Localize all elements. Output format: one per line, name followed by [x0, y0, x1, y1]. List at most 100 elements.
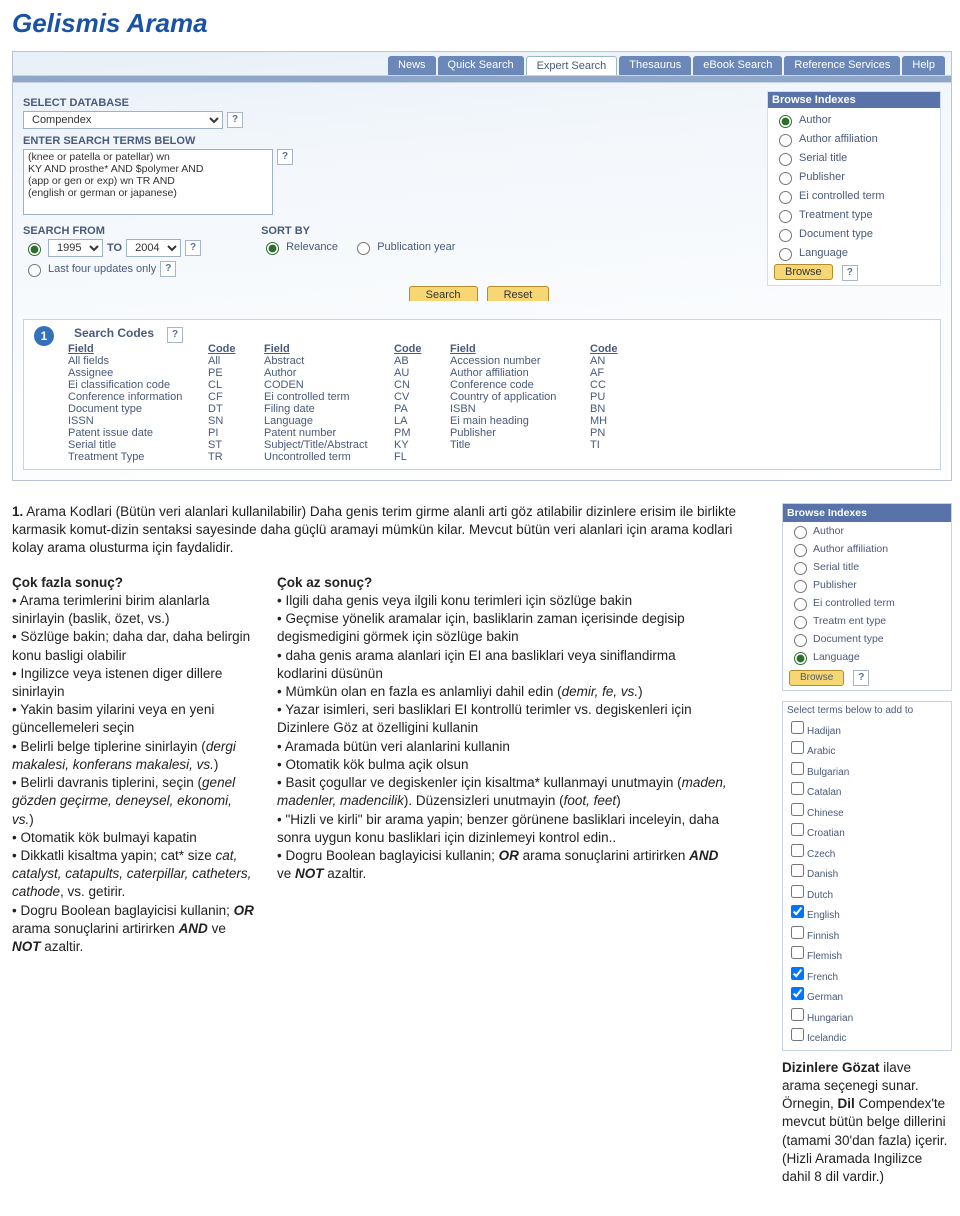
nav-tab[interactable]: Thesaurus — [619, 56, 691, 75]
code-value: PU — [590, 391, 620, 403]
mini-browse-radio[interactable] — [794, 562, 807, 575]
nav-tab[interactable]: Expert Search — [526, 56, 618, 75]
search-terms-textarea[interactable]: (knee or patella or patellar) wn KY AND … — [23, 149, 273, 215]
mini-browse-label: Serial title — [813, 560, 859, 574]
sort-by-label: SORT BY — [261, 225, 455, 237]
nav-tab[interactable]: Help — [902, 56, 945, 75]
nav-tab[interactable]: News — [388, 56, 436, 75]
bullet-item: • Geçmise yönelik aramalar için, baslikl… — [277, 610, 727, 646]
code-field: ISBN — [450, 403, 590, 415]
code-value: BN — [590, 403, 620, 415]
browse-index-radio[interactable] — [779, 172, 792, 185]
language-checkbox[interactable] — [791, 741, 804, 754]
language-label: Catalan — [807, 787, 841, 798]
year-to-select[interactable]: 2004 — [126, 239, 181, 257]
bullet-item: • Otomatik kök bulmayi kapatin — [12, 829, 257, 847]
search-codes-title: Search Codes — [74, 326, 154, 340]
language-checkbox[interactable] — [791, 946, 804, 959]
code-code-header: Code — [590, 343, 620, 355]
browse-index-radio[interactable] — [779, 115, 792, 128]
language-checkbox[interactable] — [791, 987, 804, 1000]
nav-tab[interactable]: eBook Search — [693, 56, 782, 75]
mini-browse-radio[interactable] — [794, 598, 807, 611]
mini-browse-button[interactable]: Browse — [789, 670, 844, 686]
language-checkbox[interactable] — [791, 885, 804, 898]
mini-browse-radio[interactable] — [794, 580, 807, 593]
year-range-radio[interactable] — [28, 243, 41, 256]
language-checkbox[interactable] — [791, 1008, 804, 1021]
help-icon[interactable]: ? — [167, 327, 183, 343]
reset-button[interactable]: Reset — [487, 286, 550, 301]
language-checkbox[interactable] — [791, 926, 804, 939]
language-checkbox[interactable] — [791, 782, 804, 795]
bullet-item: • Otomatik kök bulma açik olsun — [277, 756, 727, 774]
code-value: CF — [208, 391, 238, 403]
code-value: SN — [208, 415, 238, 427]
code-value: MH — [590, 415, 620, 427]
help-icon[interactable]: ? — [277, 149, 293, 165]
bullet-item: • Belirli davranis tiplerini, seçin (gen… — [12, 774, 257, 829]
year-from-select[interactable]: 1995 — [48, 239, 103, 257]
code-field: Accession number — [450, 355, 590, 367]
code-code-header: Code — [208, 343, 238, 355]
language-label: Finnish — [807, 931, 839, 942]
nav-tab[interactable]: Quick Search — [438, 56, 524, 75]
browse-button[interactable]: Browse — [774, 264, 833, 280]
language-checkbox[interactable] — [791, 1028, 804, 1041]
browse-index-radio[interactable] — [779, 248, 792, 261]
help-icon[interactable]: ? — [160, 261, 176, 277]
code-field: Title — [450, 439, 590, 451]
language-checkbox[interactable] — [791, 905, 804, 918]
browse-index-radio[interactable] — [779, 134, 792, 147]
help-icon[interactable]: ? — [185, 240, 201, 256]
mini-browse-label: Treatm ent type — [813, 614, 886, 628]
step-1-badge: 1 — [34, 326, 54, 346]
bullet-item: • daha genis arama alanlari için EI ana … — [277, 647, 727, 683]
code-field: All fields — [68, 355, 208, 367]
language-checkbox[interactable] — [791, 864, 804, 877]
mini-browse-label: Ei controlled term — [813, 596, 895, 610]
help-icon[interactable]: ? — [853, 670, 869, 686]
last-updates-radio[interactable] — [28, 264, 41, 277]
database-select[interactable]: Compendex — [23, 111, 223, 129]
language-checkbox[interactable] — [791, 844, 804, 857]
help-icon[interactable]: ? — [842, 265, 858, 281]
code-value: TR — [208, 451, 238, 463]
mini-browse-label: Publisher — [813, 578, 857, 592]
help-icon[interactable]: ? — [227, 112, 243, 128]
language-checkbox[interactable] — [791, 967, 804, 980]
browse-index-radio[interactable] — [779, 229, 792, 242]
sort-relevance-radio[interactable] — [266, 242, 279, 255]
mini-browse-label: Document type — [813, 632, 884, 646]
browse-index-radio[interactable] — [779, 191, 792, 204]
mini-browse-radio[interactable] — [794, 526, 807, 539]
language-label: Czech — [807, 849, 835, 860]
mini-browse-radio[interactable] — [794, 634, 807, 647]
mini-browse-radio[interactable] — [794, 544, 807, 557]
language-checkbox[interactable] — [791, 762, 804, 775]
search-button[interactable]: Search — [409, 286, 478, 301]
code-value: AF — [590, 367, 620, 379]
intro-paragraph: 1. Arama Kodlari (Bütün veri alanlari ku… — [12, 503, 742, 558]
mini-browse-panel: Browse Indexes AuthorAuthor affiliationS… — [782, 503, 952, 691]
language-checkbox[interactable] — [791, 803, 804, 816]
language-checkbox[interactable] — [791, 823, 804, 836]
language-checkbox[interactable] — [791, 721, 804, 734]
mini-browse-radio[interactable] — [794, 652, 807, 665]
browse-index-radio[interactable] — [779, 153, 792, 166]
bullet-item: • Arama terimlerini birim alanlarla sini… — [12, 592, 257, 628]
mini-browse-radio[interactable] — [794, 616, 807, 629]
code-value: FL — [394, 451, 424, 463]
code-field: Author — [264, 367, 394, 379]
language-label: Danish — [807, 869, 838, 880]
search-from-label: SEARCH FROM — [23, 225, 201, 237]
bullet-item: • Dikkatli kisaltma yapin; cat* size cat… — [12, 847, 257, 902]
bullet-item: • Ingilizce veya istenen diger dillere s… — [12, 665, 257, 701]
nav-tab[interactable]: Reference Services — [784, 56, 900, 75]
sort-pubyear-radio[interactable] — [357, 242, 370, 255]
bullet-item: • Yazar isimleri, seri basliklari EI kon… — [277, 701, 727, 737]
to-label: TO — [107, 242, 122, 254]
too-many-results-heading: Çok fazla sonuç? — [12, 574, 257, 592]
code-field: Subject/Title/Abstract — [264, 439, 394, 451]
browse-index-radio[interactable] — [779, 210, 792, 223]
